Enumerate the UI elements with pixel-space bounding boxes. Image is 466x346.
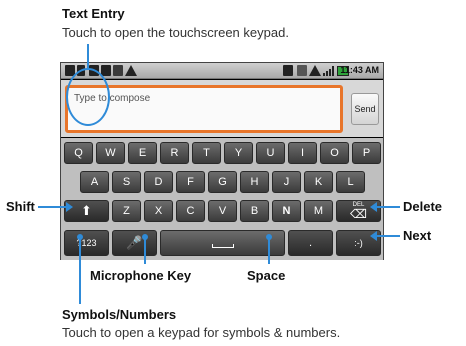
key-x[interactable]: X <box>144 200 173 222</box>
key-p[interactable]: P <box>352 142 381 164</box>
microphone-key[interactable]: 🎤 <box>112 230 157 256</box>
key-z[interactable]: Z <box>112 200 141 222</box>
key-t[interactable]: T <box>192 142 221 164</box>
symbols-key[interactable]: ?123 <box>64 230 109 256</box>
microphone-icon: 🎤 <box>126 235 143 250</box>
key-l[interactable]: L <box>336 171 365 193</box>
key-n[interactable]: N <box>272 200 301 222</box>
delete-callout: Delete <box>403 199 443 214</box>
key-w[interactable]: W <box>96 142 125 164</box>
text-entry-description: Touch to open the touchscreen keypad. <box>62 25 289 40</box>
shift-arrow-marker <box>66 202 73 212</box>
key-g[interactable]: G <box>208 171 237 193</box>
shift-callout: Shift <box>6 199 35 214</box>
send-button[interactable]: Send <box>351 93 379 125</box>
text-entry-title: Text Entry <box>62 6 125 21</box>
key-b[interactable]: B <box>240 200 269 222</box>
delete-arrow-marker <box>370 202 377 212</box>
shift-arrow-icon: ⬆ <box>81 203 92 218</box>
key-a[interactable]: A <box>80 171 109 193</box>
status-time: 11:43 AM <box>340 65 379 75</box>
key-j[interactable]: J <box>272 171 301 193</box>
bluetooth-icon <box>297 65 307 76</box>
signal-icon <box>323 66 335 76</box>
warning-icon <box>125 65 137 76</box>
space-bar-icon <box>211 244 234 248</box>
backspace-icon: ⌫ <box>350 207 367 221</box>
symbols-leader-line <box>79 238 81 304</box>
key-k[interactable]: K <box>304 171 333 193</box>
shift-leader-line <box>38 206 68 208</box>
key-c[interactable]: C <box>176 200 205 222</box>
key-r[interactable]: R <box>160 142 189 164</box>
symbols-leader-dot <box>77 234 83 240</box>
text-entry-leader-line <box>87 44 89 70</box>
microphone-leader-dot <box>142 234 148 240</box>
key-u[interactable]: U <box>256 142 285 164</box>
next-callout: Next <box>403 228 432 243</box>
symbols-callout-description: Touch to open a keypad for symbols & num… <box>62 325 341 340</box>
delete-leader-line <box>376 206 400 208</box>
symbols-callout-title: Symbols/Numbers <box>62 307 177 322</box>
touchscreen-keypad: Q W E R T Y U I O P A S D F G H J K L ⬆ … <box>61 138 383 260</box>
compose-highlight-ring <box>66 68 110 126</box>
vibrate-icon <box>283 65 293 76</box>
key-m[interactable]: M <box>304 200 333 222</box>
next-leader-line <box>376 235 400 237</box>
smiley-key-label: :-) <box>354 238 363 248</box>
key-d[interactable]: D <box>144 171 173 193</box>
key-e[interactable]: E <box>128 142 157 164</box>
space-callout: Space <box>247 268 286 283</box>
status-bar: 11:43 AM <box>61 63 383 79</box>
compose-area: Type to compose Send <box>61 80 383 137</box>
key-i[interactable]: I <box>288 142 317 164</box>
microphone-leader-line <box>144 238 146 264</box>
key-q[interactable]: Q <box>64 142 93 164</box>
usb-icon <box>113 65 123 76</box>
key-h[interactable]: H <box>240 171 269 193</box>
space-leader-dot <box>266 234 272 240</box>
key-s[interactable]: S <box>112 171 141 193</box>
key-o[interactable]: O <box>320 142 349 164</box>
key-v[interactable]: V <box>208 200 237 222</box>
wifi-icon <box>309 65 321 76</box>
microphone-callout: Microphone Key <box>90 268 192 283</box>
next-arrow-marker <box>370 231 377 241</box>
key-y[interactable]: Y <box>224 142 253 164</box>
period-key[interactable]: . <box>288 230 333 256</box>
space-leader-line <box>268 238 270 264</box>
key-f[interactable]: F <box>176 171 205 193</box>
